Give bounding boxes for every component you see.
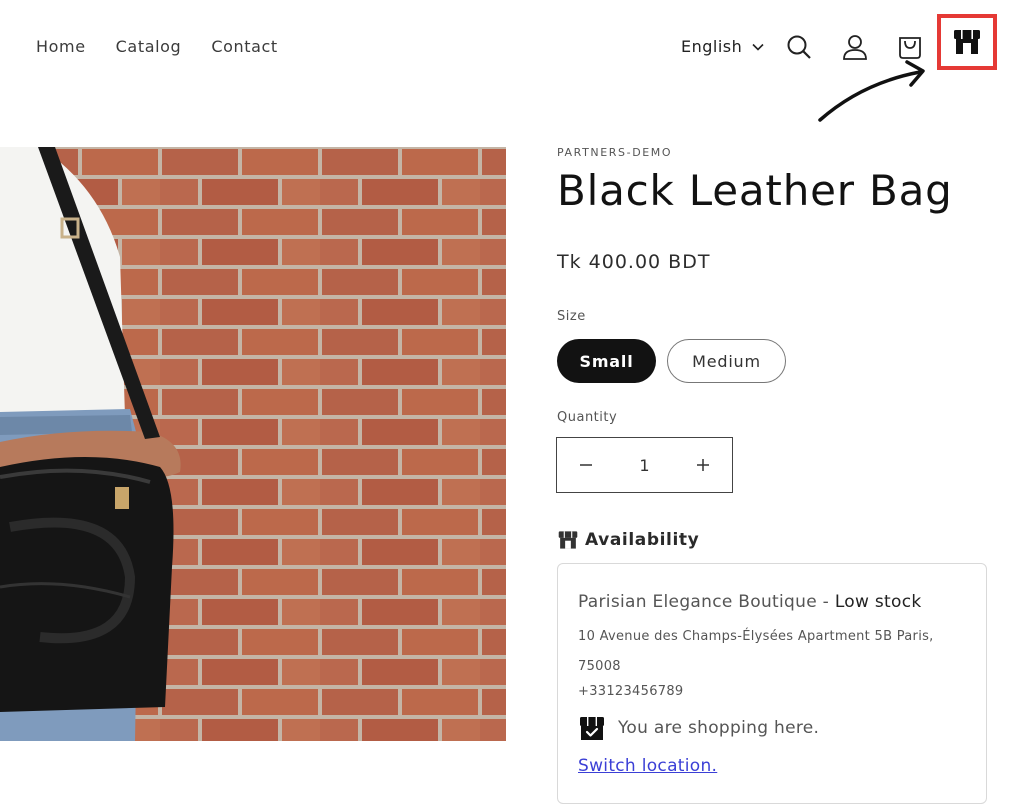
quantity-stepper: [556, 437, 733, 493]
nav-home[interactable]: Home: [36, 37, 86, 56]
availability-heading: Availability: [557, 530, 699, 550]
quantity-label: Quantity: [557, 410, 618, 425]
availability-card: Parisian Elegance Boutique - Low stock 1…: [557, 563, 987, 804]
product-title: Black Leather Bag: [557, 166, 953, 215]
plus-icon: [697, 459, 709, 471]
store-check-icon: [580, 717, 604, 740]
account-icon: [843, 35, 867, 60]
size-label: Size: [557, 309, 586, 324]
location-address: 10 Avenue des Champs-Élysées Apartment 5…: [578, 629, 934, 674]
location-phone: +33123456789: [578, 684, 684, 699]
quantity-input[interactable]: [615, 454, 674, 476]
product-image: [0, 147, 506, 741]
store-icon: [954, 30, 980, 54]
size-option-small[interactable]: Small: [557, 339, 656, 383]
main-nav: Home Catalog Contact: [36, 37, 278, 56]
stock-status: Low stock: [834, 592, 922, 612]
store-locator-button[interactable]: [937, 14, 997, 70]
product-price: Tk 400.00 BDT: [557, 251, 711, 273]
shopping-here-row: You are shopping here.: [578, 714, 819, 742]
quantity-decrease-button[interactable]: [557, 438, 615, 492]
shopping-here-text: You are shopping here.: [618, 718, 820, 738]
product-vendor: PARTNERS-DEMO: [557, 146, 673, 159]
search-button[interactable]: [783, 30, 815, 64]
minus-icon: [580, 464, 592, 466]
chevron-down-icon: [752, 43, 764, 51]
annotation-arrow-icon: [818, 60, 925, 122]
nav-catalog[interactable]: Catalog: [116, 37, 182, 56]
location-name: Parisian Elegance Boutique -: [578, 592, 835, 612]
size-option-medium[interactable]: Medium: [667, 339, 786, 383]
search-icon: [787, 35, 811, 59]
switch-location-link[interactable]: Switch location.: [578, 756, 717, 776]
quantity-increase-button[interactable]: [674, 438, 732, 492]
store-icon: [558, 531, 578, 549]
availability-label: Availability: [585, 530, 700, 550]
location-line: Parisian Elegance Boutique - Low stock: [578, 592, 922, 612]
cart-icon: [899, 37, 921, 59]
nav-contact[interactable]: Contact: [211, 37, 277, 56]
language-label: English: [681, 37, 743, 56]
language-selector[interactable]: English: [681, 37, 764, 56]
